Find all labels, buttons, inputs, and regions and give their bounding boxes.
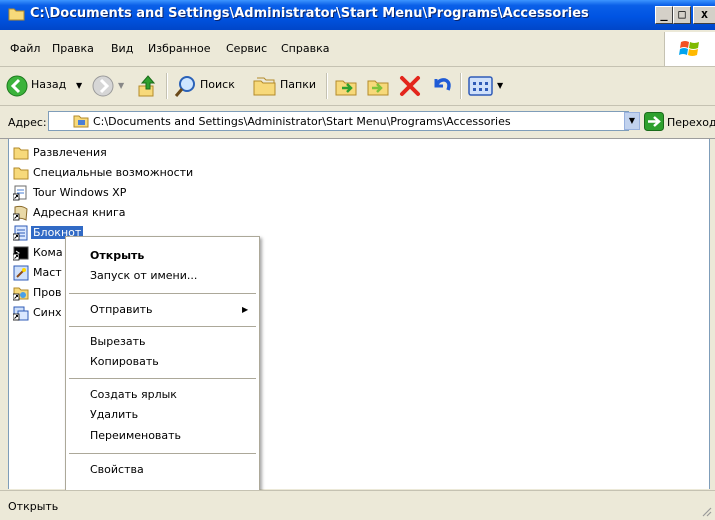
- program-folder-icon: [73, 115, 89, 128]
- list-item-label: Развлечения: [33, 146, 107, 159]
- context-delete[interactable]: Удалить: [90, 408, 138, 421]
- wizard-icon: [13, 265, 29, 281]
- chevron-down-icon: ▼: [76, 81, 83, 90]
- toolbar-separator: [326, 73, 328, 99]
- context-rename[interactable]: Переименовать: [90, 429, 181, 442]
- chevron-down-icon: ▼: [497, 81, 504, 90]
- folders-label: Папки: [280, 78, 316, 91]
- context-create-shortcut[interactable]: Создать ярлык: [90, 388, 177, 401]
- menu-bar: Файл Правка Вид Избранное Сервис Справка: [0, 30, 715, 67]
- address-label: Адрес:: [8, 116, 47, 129]
- menu-tools[interactable]: Сервис: [226, 42, 267, 55]
- search-icon: [174, 76, 195, 97]
- menu-view[interactable]: Вид: [111, 42, 133, 55]
- toolbar-separator: [166, 73, 168, 99]
- move-to-button[interactable]: [332, 73, 360, 99]
- address-input[interactable]: C:\Documents and Settings\Administrator\…: [48, 111, 629, 131]
- status-bar: Открыть: [0, 490, 715, 520]
- windows-logo-icon: [679, 41, 699, 56]
- menu-separator: [69, 453, 256, 454]
- undo-icon: [434, 78, 451, 91]
- toolbar-separator: [460, 73, 462, 99]
- views-button[interactable]: ▼: [466, 73, 510, 99]
- close-button[interactable]: x: [693, 6, 715, 24]
- context-run-as[interactable]: Запуск от имени...: [90, 269, 197, 282]
- list-item-label: Кома: [33, 246, 63, 259]
- context-copy[interactable]: Копировать: [90, 355, 159, 368]
- list-item-label: Пров: [33, 286, 62, 299]
- move-to-icon: [335, 80, 357, 96]
- menu-separator: [69, 378, 256, 379]
- status-text: Открыть: [8, 500, 59, 513]
- folder-icon: [8, 8, 25, 21]
- back-label: Назад: [31, 78, 67, 91]
- forward-arrow-icon: [92, 75, 114, 97]
- address-dropdown-button[interactable]: ▼: [624, 112, 640, 130]
- menu-separator: [69, 326, 256, 327]
- menu-file[interactable]: Файл: [10, 42, 40, 55]
- shortcut-icon: [13, 185, 27, 201]
- folders-button[interactable]: Папки: [250, 73, 322, 99]
- maximize-button[interactable]: □: [673, 6, 691, 24]
- forward-button[interactable]: ▼: [90, 73, 130, 99]
- delete-icon: [400, 76, 420, 96]
- go-arrow-icon[interactable]: [644, 112, 664, 131]
- chevron-down-icon: ▼: [628, 116, 636, 125]
- address-book-icon: [13, 205, 28, 221]
- notepad-icon: [13, 225, 28, 241]
- views-icon: [468, 76, 493, 96]
- list-item-label: Адресная книга: [33, 206, 126, 219]
- command-prompt-icon: [13, 246, 29, 261]
- undo-button[interactable]: [428, 73, 456, 99]
- window-title: C:\Documents and Settings\Administrator\…: [30, 6, 589, 21]
- explorer-window: C:\Documents and Settings\Administrator\…: [0, 0, 715, 520]
- context-properties[interactable]: Свойства: [90, 463, 144, 476]
- context-cut[interactable]: Вырезать: [90, 335, 145, 348]
- up-folder-icon: [138, 75, 156, 97]
- context-send-to[interactable]: Отправить: [90, 303, 153, 316]
- back-button[interactable]: Назад ▼: [4, 73, 88, 99]
- context-menu: Открыть Запуск от имени... Отправить ▶ В…: [65, 236, 260, 491]
- toolbar: Назад ▼ ▼ Поиск Папки ▼: [0, 67, 715, 106]
- address-bar: Адрес: C:\Documents and Settings\Adminis…: [0, 106, 715, 139]
- back-arrow-icon: [6, 75, 28, 97]
- menu-favorites[interactable]: Избранное: [148, 42, 210, 55]
- folder-icon: [13, 167, 29, 180]
- menu-help[interactable]: Справка: [281, 42, 329, 55]
- submenu-arrow-icon: ▶: [242, 305, 249, 314]
- menu-edit[interactable]: Правка: [52, 42, 94, 55]
- title-bar[interactable]: C:\Documents and Settings\Administrator\…: [0, 0, 715, 30]
- address-value: C:\Documents and Settings\Administrator\…: [93, 115, 511, 128]
- list-item-label: Синх: [33, 306, 62, 319]
- search-label: Поиск: [200, 78, 235, 91]
- folders-icon: [253, 77, 276, 96]
- list-item-label: Специальные возможности: [33, 166, 194, 179]
- copy-to-icon: [367, 80, 389, 96]
- resize-grip-icon[interactable]: [700, 505, 712, 517]
- windows-flag-logo: [664, 32, 715, 66]
- menu-separator: [69, 293, 256, 294]
- list-item-label: Маст: [33, 266, 62, 279]
- chevron-down-icon: ▼: [118, 81, 125, 90]
- delete-button[interactable]: [396, 73, 424, 99]
- minimize-button[interactable]: _: [655, 6, 673, 24]
- list-item-label: Tour Windows XP: [33, 186, 127, 199]
- up-button[interactable]: [134, 73, 162, 99]
- search-button[interactable]: Поиск: [172, 73, 248, 99]
- explorer-icon: [13, 287, 29, 301]
- go-button[interactable]: Переход: [667, 116, 715, 129]
- context-open[interactable]: Открыть: [90, 249, 144, 262]
- sync-icon: [13, 306, 29, 321]
- copy-to-button[interactable]: [364, 73, 392, 99]
- folder-icon: [13, 147, 29, 160]
